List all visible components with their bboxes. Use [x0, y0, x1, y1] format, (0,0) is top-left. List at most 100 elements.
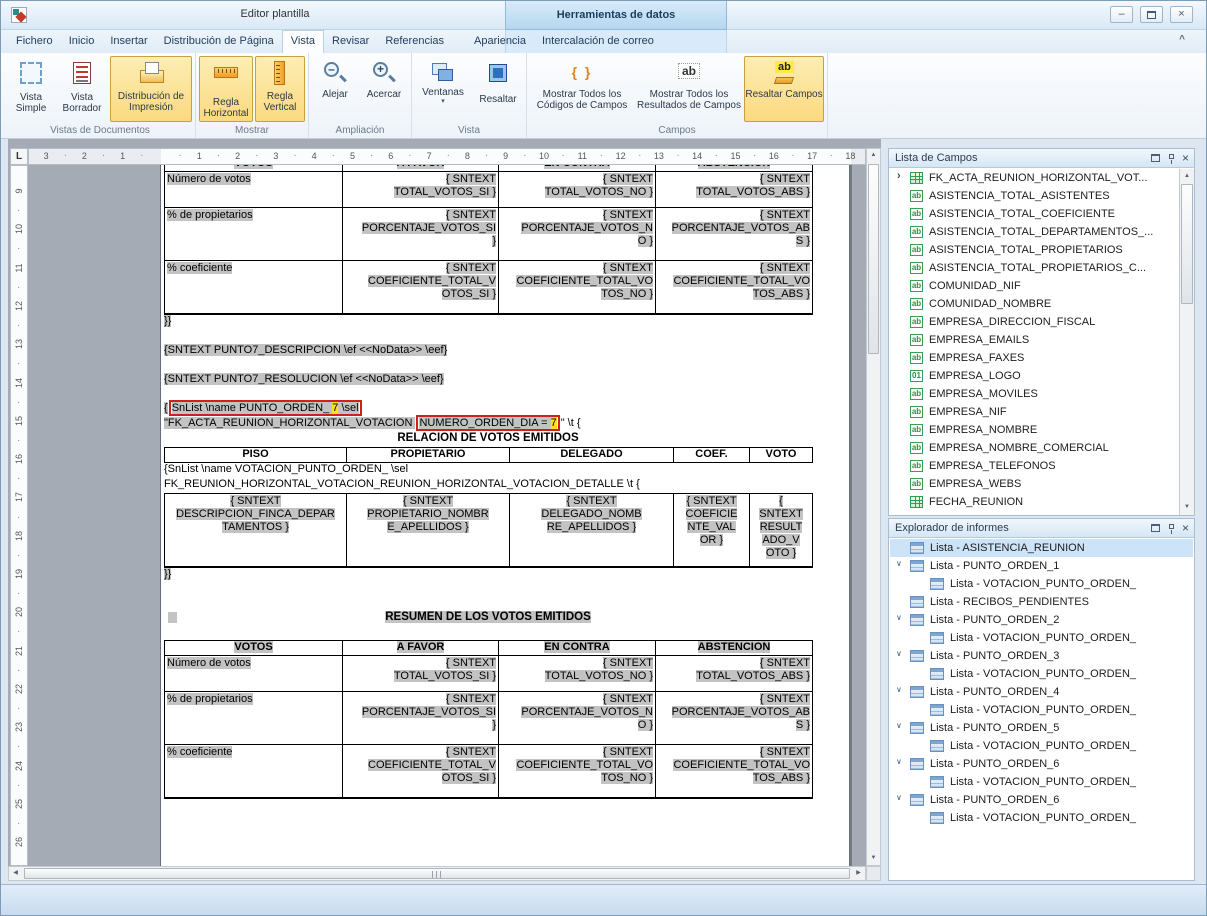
report-list-item[interactable]: Lista - VOTACION_PUNTO_ORDEN_	[890, 773, 1193, 791]
float-panel-icon[interactable]	[1151, 154, 1160, 162]
pin-icon[interactable]	[1169, 524, 1174, 529]
scroll-down-arrow[interactable]: ▼	[1180, 501, 1194, 514]
maximize-button[interactable]	[1140, 6, 1163, 23]
draft-view-button[interactable]: Vista Borrador	[56, 56, 108, 122]
report-list-item[interactable]: Lista - VOTACION_PUNTO_ORDEN_	[890, 737, 1193, 755]
ruler-number: 13	[14, 336, 24, 352]
ruler-number: 21	[14, 643, 24, 659]
field-list-item[interactable]: abASISTENCIA_TOTAL_ASISTENTES	[890, 187, 1193, 205]
report-list-item[interactable]: Lista - VOTACION_PUNTO_ORDEN_	[890, 629, 1193, 647]
highlight-fields-icon: ab	[770, 59, 798, 87]
chevron-down-icon[interactable]: ∨	[896, 649, 902, 658]
text-field-icon: ab	[910, 460, 923, 472]
report-list-item[interactable]: Lista - VOTACION_PUNTO_ORDEN_	[890, 701, 1193, 719]
chevron-down-icon[interactable]: ∨	[896, 685, 902, 694]
horizontal-ruler[interactable]: 1·2·3·4·5·6·7·8·9·10·11·12·13·14·15·16·1…	[28, 148, 866, 165]
report-list-item[interactable]: Lista - ASISTENCIA_REUNION	[890, 539, 1193, 557]
tab-revisar[interactable]: Revisar	[324, 30, 377, 53]
close-button[interactable]: ×	[1170, 6, 1193, 23]
field-results-button[interactable]: abMostrar Todos los Resultados de Campos	[636, 56, 742, 122]
vertical-scrollbar-thumb[interactable]	[868, 164, 879, 354]
chevron-down-icon[interactable]: ∨	[896, 559, 902, 568]
field-list-item[interactable]: abEMPRESA_FAXES	[890, 349, 1193, 367]
scroll-right-arrow[interactable]: ▶	[852, 867, 865, 880]
report-list-item[interactable]: Lista - RECIBOS_PENDIENTES	[890, 593, 1193, 611]
field-list-scrollbar[interactable]: ▲ ▼	[1179, 169, 1194, 515]
field-list-item[interactable]: abEMPRESA_NIF	[890, 403, 1193, 421]
field-list-item[interactable]: abEMPRESA_NOMBRE_COMERCIAL	[890, 439, 1193, 457]
title-bar[interactable]: Editor plantilla Herramientas de datos –…	[0, 0, 1207, 30]
report-list-item[interactable]: Lista - VOTACION_PUNTO_ORDEN_	[890, 575, 1193, 593]
tab-insertar[interactable]: Insertar	[102, 30, 155, 53]
field-list-item[interactable]: ›FK_ACTA_REUNION_HORIZONTAL_VOT...	[890, 169, 1193, 187]
tab-distribucion-de-pagina[interactable]: Distribución de Página	[156, 30, 282, 53]
tab-fichero[interactable]: Fichero	[8, 30, 61, 53]
scrollbar-thumb[interactable]	[1181, 184, 1193, 304]
close-icon[interactable]: ×	[1182, 152, 1189, 164]
scroll-up-arrow[interactable]: ▲	[1180, 170, 1194, 183]
report-list-item[interactable]: ∨Lista - PUNTO_ORDEN_6	[890, 755, 1193, 773]
report-list-item[interactable]: ∨Lista - PUNTO_ORDEN_3	[890, 647, 1193, 665]
report-list-item[interactable]: ∨Lista - PUNTO_ORDEN_2	[890, 611, 1193, 629]
horizontal-scrollbar[interactable]: ◀ ▶	[8, 866, 866, 881]
chevron-down-icon[interactable]: ∨	[896, 757, 902, 766]
tab-referencias[interactable]: Referencias	[377, 30, 452, 53]
simple-view-button[interactable]: Vista Simple	[8, 56, 54, 122]
scroll-left-arrow[interactable]: ◀	[9, 867, 22, 880]
print-layout-button[interactable]: Distribución de Impresión	[110, 56, 192, 122]
field-list-item[interactable]: abEMPRESA_TELEFONOS	[890, 457, 1193, 475]
scroll-up-arrow[interactable]: ▲	[867, 149, 880, 162]
highlight-fields-button[interactable]: abResaltar Campos	[744, 56, 824, 122]
field-list-item[interactable]: abEMPRESA_DIRECCION_FISCAL	[890, 313, 1193, 331]
document-page[interactable]: VOTOSA FAVOREN CONTRAABSTENCIONNúmero de…	[160, 165, 850, 866]
h-ruler-button[interactable]: Regla Horizontal	[199, 56, 253, 122]
horizontal-scrollbar-thumb[interactable]	[24, 868, 850, 879]
tab-stop-selector[interactable]: L	[10, 148, 28, 165]
chevron-down-icon[interactable]: ∨	[896, 793, 902, 802]
chevron-down-icon[interactable]: ∨	[896, 721, 902, 730]
field-list-item[interactable]: abASISTENCIA_TOTAL_COEFICIENTE	[890, 205, 1193, 223]
field-codes-button[interactable]: { }Mostrar Todos los Códigos de Campos	[530, 56, 634, 122]
chevron-down-icon[interactable]: ∨	[896, 613, 902, 622]
expander-icon[interactable]: ›	[897, 170, 901, 182]
merge-field-cell: { SNTEXT TOTAL_VOTOS_ABS }	[656, 656, 813, 692]
field-list-item[interactable]: 01EMPRESA_LOGO	[890, 367, 1193, 385]
tab-inicio[interactable]: Inicio	[61, 30, 103, 53]
pin-icon[interactable]	[1169, 154, 1174, 159]
report-list-item[interactable]: Lista - VOTACION_PUNTO_ORDEN_	[890, 665, 1193, 683]
windows-button[interactable]: Ventanas▾	[415, 56, 471, 122]
report-list-item[interactable]: ∨Lista - PUNTO_ORDEN_6	[890, 791, 1193, 809]
zoom-in-button[interactable]: +Acercar	[360, 56, 408, 122]
field-list-item[interactable]: abEMPRESA_EMAILS	[890, 331, 1193, 349]
field-list-item[interactable]: abEMPRESA_MOVILES	[890, 385, 1193, 403]
field-list-item[interactable]: FECHA_REUNION	[890, 493, 1193, 511]
tab-intercalacion-de-correo[interactable]: Intercalación de correo	[534, 30, 662, 53]
v-ruler-button[interactable]: Regla Vertical	[255, 56, 305, 122]
tab-apariencia[interactable]: Apariencia	[466, 30, 534, 53]
tab-vista[interactable]: Vista	[282, 30, 324, 53]
report-list-item[interactable]: ∨Lista - PUNTO_ORDEN_5	[890, 719, 1193, 737]
vertical-scrollbar[interactable]: ▲ ▼	[866, 148, 881, 866]
field-list-item[interactable]: abASISTENCIA_TOTAL_DEPARTAMENTOS_...	[890, 223, 1193, 241]
field-list-item[interactable]: abASISTENCIA_TOTAL_PROPIETARIOS_C...	[890, 259, 1193, 277]
text-field-icon: ab	[910, 442, 923, 454]
minimize-button[interactable]: –	[1110, 6, 1133, 23]
button-label: Resaltar	[479, 94, 516, 105]
button-label: Regla Vertical	[256, 91, 304, 113]
report-list-item[interactable]: ∨Lista - PUNTO_ORDEN_4	[890, 683, 1193, 701]
field-label: EMPRESA_NIF	[929, 406, 1007, 418]
field-list-item[interactable]: abASISTENCIA_TOTAL_PROPIETARIOS	[890, 241, 1193, 259]
float-panel-icon[interactable]	[1151, 524, 1160, 532]
ribbon-collapse-icon[interactable]: ^	[1179, 34, 1185, 45]
close-icon[interactable]: ×	[1182, 522, 1189, 534]
zoom-out-button[interactable]: –Alejar	[312, 56, 358, 122]
field-list-item[interactable]: abCOMUNIDAD_NOMBRE	[890, 295, 1193, 313]
field-list-item[interactable]: abEMPRESA_NOMBRE	[890, 421, 1193, 439]
scroll-down-arrow[interactable]: ▼	[867, 852, 880, 865]
field-list-item[interactable]: abEMPRESA_WEBS	[890, 475, 1193, 493]
vertical-ruler[interactable]: 910·11·12·13·14·15·16·17·18·19·20·21·22·…	[10, 165, 28, 866]
report-list-item[interactable]: Lista - VOTACION_PUNTO_ORDEN_	[890, 809, 1193, 827]
field-list-item[interactable]: abCOMUNIDAD_NIF	[890, 277, 1193, 295]
highlight-button[interactable]: Resaltar	[473, 56, 523, 122]
report-list-item[interactable]: ∨Lista - PUNTO_ORDEN_1	[890, 557, 1193, 575]
